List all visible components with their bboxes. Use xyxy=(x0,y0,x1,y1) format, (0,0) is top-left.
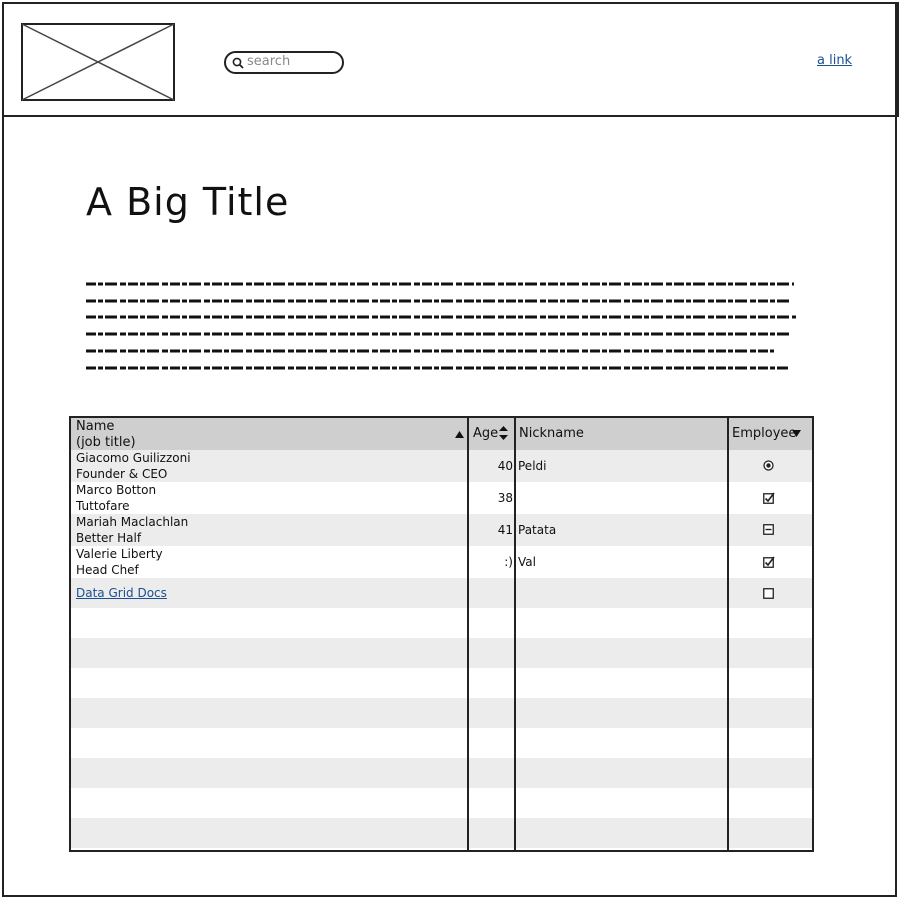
search-icon xyxy=(232,57,244,69)
table-row[interactable]: Data Grid Docs xyxy=(71,578,812,608)
empty-row xyxy=(71,728,812,758)
row-name-cell: Valerie Liberty Head Chef xyxy=(76,547,163,577)
grid-header-row xyxy=(71,418,812,451)
column-divider xyxy=(467,418,469,850)
row-age-cell: 40 xyxy=(497,459,513,473)
column-divider xyxy=(514,418,516,850)
checkbox-checked-icon[interactable] xyxy=(763,492,775,504)
placeholder-text-block xyxy=(86,282,796,370)
column-header-nickname[interactable]: Nickname xyxy=(519,426,584,442)
sort-ascending-icon[interactable] xyxy=(455,431,464,438)
checkbox-checked-icon[interactable] xyxy=(763,556,775,568)
table-row[interactable]: Marco Botton Tuttofare 38 xyxy=(71,482,812,514)
table-row[interactable]: Mariah Maclachlan Better Half 41 Patata xyxy=(71,514,812,546)
table-row[interactable]: Valerie Liberty Head Chef :) Val xyxy=(71,546,812,578)
row-name-cell: Marco Botton Tuttofare xyxy=(76,483,157,513)
empty-row xyxy=(71,698,812,728)
page-header: search a link xyxy=(2,2,899,117)
sort-both-icon[interactable] xyxy=(499,426,508,440)
column-header-name[interactable]: Name (job title) xyxy=(76,419,136,451)
checkbox-indeterminate-icon[interactable] xyxy=(763,524,774,535)
table-row[interactable]: Giacomo Guilizzoni Founder & CEO 40 Peld… xyxy=(71,450,812,482)
empty-row xyxy=(71,608,812,638)
row-name-cell: Giacomo Guilizzoni Founder & CEO xyxy=(76,451,191,481)
search-input[interactable]: search xyxy=(224,51,344,74)
header-link[interactable]: a link xyxy=(817,53,852,68)
row-age-cell: 41 xyxy=(497,523,513,537)
radio-selected-icon[interactable] xyxy=(763,460,774,471)
page-title: A Big Title xyxy=(86,180,290,224)
empty-row xyxy=(71,818,812,848)
row-age-cell: :) xyxy=(504,555,513,569)
empty-row xyxy=(71,788,812,818)
empty-row xyxy=(71,758,812,788)
column-header-age[interactable]: Age xyxy=(473,426,498,442)
data-grid: Name (job title) Age Nickname Employee G… xyxy=(69,416,814,852)
row-name-cell: Mariah Maclachlan Better Half xyxy=(76,515,189,545)
empty-row xyxy=(71,638,812,668)
empty-row xyxy=(71,668,812,698)
column-header-employee[interactable]: Employee xyxy=(732,426,796,442)
search-placeholder: search xyxy=(247,54,291,69)
column-divider xyxy=(727,418,729,850)
row-nickname-cell: Patata xyxy=(518,523,557,537)
data-grid-docs-link[interactable]: Data Grid Docs xyxy=(76,585,197,601)
logo-placeholder-image xyxy=(21,23,175,101)
sort-descending-icon[interactable] xyxy=(792,430,801,437)
row-age-cell: 38 xyxy=(497,491,513,505)
row-nickname-cell: Peldi xyxy=(518,459,547,473)
checkbox-unchecked-icon[interactable] xyxy=(763,588,774,599)
row-nickname-cell: Val xyxy=(518,555,536,569)
